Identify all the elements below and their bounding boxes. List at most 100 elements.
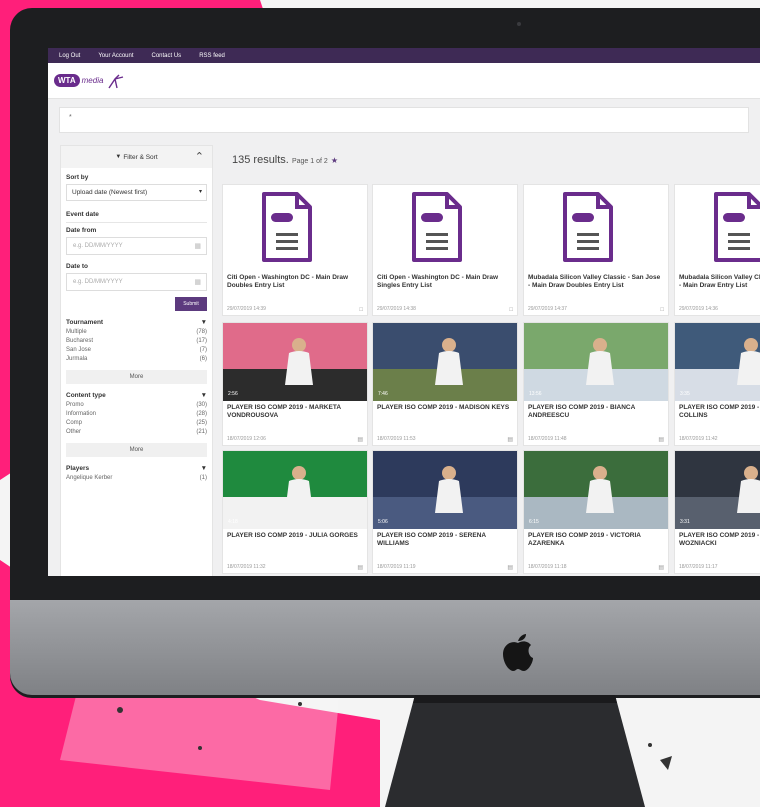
filter-sidebar: ▼ Filter & Sort ⌃ Sort by Upload date (N…: [60, 145, 213, 576]
account-link[interactable]: Your Account: [98, 53, 133, 59]
card-title[interactable]: PLAYER ISO COMP 2019 - DANIELLE COLLINS: [675, 401, 760, 419]
wta-media-logo[interactable]: WTA media: [54, 73, 127, 89]
filter-option[interactable]: Comp (25): [61, 420, 212, 426]
card-title[interactable]: Mubadala Silicon Valley Classic - San Jo…: [675, 271, 760, 289]
chevron-down-icon: ▾: [198, 189, 202, 195]
result-card[interactable]: 3:31 PLAYER ISO COMP 2019 - CAROLINE WOZN…: [674, 450, 760, 574]
media-text: media: [81, 76, 104, 85]
results-summary: 135 results. Page 1 of 2 ★: [232, 154, 338, 166]
date-to-input[interactable]: e.g. DD/MM/YYYY ▦: [66, 273, 207, 291]
contact-link[interactable]: Contact Us: [152, 53, 182, 59]
file-icon: □: [509, 307, 513, 313]
video-thumbnail[interactable]: 13:56: [524, 323, 668, 401]
option-name: San Jose: [66, 347, 92, 353]
card-date: 18/07/2019 12:06: [227, 436, 266, 442]
file-icon: □: [359, 307, 363, 313]
option-count: (1): [199, 475, 207, 481]
card-title[interactable]: PLAYER ISO COMP 2019 - CAROLINE WOZNIACK…: [675, 529, 760, 547]
more-button[interactable]: More: [66, 370, 207, 384]
result-card[interactable]: 4:18 PLAYER ISO COMP 2019 - JULIA GORGES 1…: [222, 450, 368, 574]
video-thumbnail[interactable]: 5:06: [373, 451, 517, 529]
star-icon[interactable]: ★: [331, 156, 338, 165]
sort-select[interactable]: Upload date (Newest first) ▾: [66, 184, 207, 201]
video-duration: 5:06: [378, 519, 388, 525]
option-count: (6): [199, 356, 207, 362]
card-title[interactable]: PLAYER ISO COMP 2019 - SERENA WILLIAMS: [373, 529, 517, 547]
filter-option[interactable]: Multiple (78): [61, 329, 212, 335]
calendar-icon[interactable]: ▦: [194, 278, 201, 286]
video-frame: [223, 451, 367, 529]
date-to-label: Date to: [66, 263, 89, 270]
video-thumbnail[interactable]: 6:15: [524, 451, 668, 529]
card-title[interactable]: PLAYER ISO COMP 2019 - MADISON KEYS: [373, 401, 517, 412]
result-card[interactable]: Mubadala Silicon Valley Classic - San Jo…: [674, 184, 760, 316]
result-card[interactable]: Mubadala Silicon Valley Classic - San Jo…: [523, 184, 669, 316]
card-title[interactable]: PLAYER ISO COMP 2019 - VICTORIA AZARENKA: [524, 529, 668, 547]
video-duration: 3:31: [680, 519, 690, 525]
card-title[interactable]: Citi Open - Washington DC - Main Draw Do…: [223, 271, 367, 289]
video-duration: 3:35: [680, 391, 690, 397]
calendar-icon[interactable]: ▦: [194, 242, 201, 250]
date-from-label: Date from: [66, 227, 97, 234]
sort-value: Upload date (Newest first): [72, 189, 148, 196]
filter-icon: ▼: [115, 154, 122, 160]
sort-label: Sort by: [66, 174, 89, 181]
result-card[interactable]: Citi Open - Washington DC - Main Draw Do…: [222, 184, 368, 316]
filter-option[interactable]: Promo (30): [61, 402, 212, 408]
result-card[interactable]: 13:56 PLAYER ISO COMP 2019 - BIANCA ANDRE…: [523, 322, 669, 446]
document-thumbnail[interactable]: [223, 185, 367, 271]
video-duration: 13:56: [529, 391, 542, 397]
result-card[interactable]: 6:15 PLAYER ISO COMP 2019 - VICTORIA AZAR…: [523, 450, 669, 574]
result-card[interactable]: 3:35 PLAYER ISO COMP 2019 - DANIELLE COLL…: [674, 322, 760, 446]
video-thumbnail[interactable]: 3:31: [675, 451, 760, 529]
chevron-up-icon[interactable]: ⌃: [195, 150, 204, 163]
film-icon: ▤: [357, 565, 363, 571]
filter-option[interactable]: Angelique Kerber (1): [61, 475, 212, 481]
card-title[interactable]: Mubadala Silicon Valley Classic - San Jo…: [524, 271, 668, 289]
players-header[interactable]: Players ▼: [61, 465, 212, 472]
date-from-input[interactable]: e.g. DD/MM/YYYY ▦: [66, 237, 207, 255]
document-thumbnail[interactable]: [524, 185, 668, 271]
video-thumbnail[interactable]: 4:18: [223, 451, 367, 529]
card-date: 18/07/2019 11:18: [528, 564, 567, 570]
filter-sort-header[interactable]: ▼ Filter & Sort ⌃: [61, 146, 212, 168]
apple-logo-icon: [503, 634, 533, 671]
rss-link[interactable]: RSS feed: [199, 53, 225, 59]
option-name: Information: [66, 411, 97, 417]
video-frame: [373, 323, 517, 401]
filter-option[interactable]: San Jose (7): [61, 347, 212, 353]
result-card[interactable]: 7:46 PLAYER ISO COMP 2019 - MADISON KEYS 1…: [372, 322, 518, 446]
document-thumbnail[interactable]: [373, 185, 517, 271]
content-type-title: Content type: [66, 392, 106, 399]
document-thumbnail[interactable]: [675, 185, 760, 271]
video-duration: 6:15: [529, 519, 539, 525]
search-input[interactable]: *: [59, 107, 749, 133]
video-thumbnail[interactable]: 2:56: [223, 323, 367, 401]
filter-option[interactable]: Other (21): [61, 429, 212, 435]
submit-button[interactable]: Submit: [175, 297, 207, 311]
option-name: Jurmala: [66, 356, 88, 362]
option-count: (78): [196, 329, 207, 335]
card-title[interactable]: PLAYER ISO COMP 2019 - JULIA GORGES: [223, 529, 367, 540]
result-card[interactable]: 2:56 PLAYER ISO COMP 2019 - MARKETA VONDR…: [222, 322, 368, 446]
content-type-header[interactable]: Content type ▼: [61, 392, 212, 399]
video-thumbnail[interactable]: 3:35: [675, 323, 760, 401]
more-button[interactable]: More: [66, 443, 207, 457]
option-name: Other: [66, 429, 82, 435]
video-thumbnail[interactable]: 7:46: [373, 323, 517, 401]
card-title[interactable]: Citi Open - Washington DC - Main Draw Si…: [373, 271, 517, 289]
logout-link[interactable]: Log Out: [59, 53, 80, 59]
film-icon: ▤: [357, 437, 363, 443]
card-title[interactable]: PLAYER ISO COMP 2019 - MARKETA VONDROUSO…: [223, 401, 367, 419]
video-frame: [373, 451, 517, 529]
result-card[interactable]: Citi Open - Washington DC - Main Draw Si…: [372, 184, 518, 316]
tournament-header[interactable]: Tournament ▼: [61, 319, 212, 326]
filter-option[interactable]: Bucharest (17): [61, 338, 212, 344]
card-title[interactable]: PLAYER ISO COMP 2019 - BIANCA ANDREESCU: [524, 401, 668, 419]
filter-option[interactable]: Jurmala (6): [61, 356, 212, 362]
video-duration: 7:46: [378, 391, 388, 397]
filter-option[interactable]: Information (28): [61, 411, 212, 417]
result-card[interactable]: 5:06 PLAYER ISO COMP 2019 - SERENA WILLIA…: [372, 450, 518, 574]
file-icon: □: [660, 307, 664, 313]
filter-icon: ▼: [200, 319, 207, 326]
